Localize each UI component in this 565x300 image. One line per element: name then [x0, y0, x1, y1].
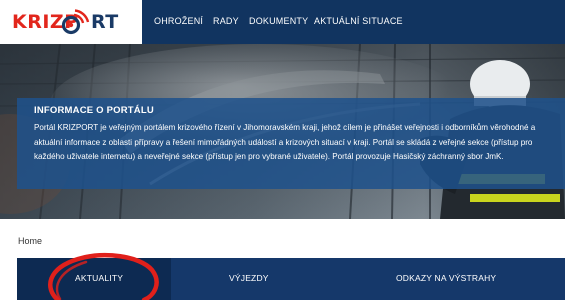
tab-label: ODKAZY NA VÝSTRAHY [396, 273, 497, 283]
tab-label: AKTUALITY [75, 273, 124, 283]
tab-label: VÝJEZDY [229, 273, 269, 283]
krizport-logo[interactable]: KRIZP RT [10, 9, 136, 37]
info-line: aktuální informace z oblasti přípravy a … [34, 137, 533, 147]
signal-o-icon [61, 9, 90, 35]
nav-item-dokumenty[interactable]: DOKUMENTY [249, 16, 308, 26]
hero-banner: INFORMACE O PORTÁLU Portál KRIZPORT je v… [0, 44, 565, 219]
info-text: Portál KRIZPORT je veřejným portálem kri… [34, 121, 553, 165]
top-bar: KRIZP RT OHROŽENÍ RADY DOKUMENTY AKTUÁLN… [0, 0, 565, 44]
tab-aktuality[interactable]: AKTUALITY [17, 258, 171, 300]
info-line: Portál KRIZPORT je veřejným portálem kri… [34, 123, 536, 132]
portal-info-panel: INFORMACE O PORTÁLU Portál KRIZPORT je v… [17, 98, 565, 189]
main-nav: OHROŽENÍ RADY DOKUMENTY AKTUÁLNÍ SITUACE [142, 0, 565, 44]
breadcrumb-home[interactable]: Home [18, 236, 42, 246]
nav-item-aktualni-situace[interactable]: AKTUÁLNÍ SITUACE [314, 16, 403, 26]
info-title: INFORMACE O PORTÁLU [34, 105, 154, 116]
nav-item-rady[interactable]: RADY [213, 16, 239, 26]
nav-item-ohrozeni[interactable]: OHROŽENÍ [154, 16, 203, 26]
tab-vyjezdy[interactable]: VÝJEZDY [171, 258, 336, 300]
logo-text-rt: RT [91, 11, 119, 33]
content-tabs: AKTUALITY VÝJEZDY ODKAZY NA VÝSTRAHY [17, 258, 565, 300]
info-line: každého uživatele internetu) a neveřejné… [34, 152, 504, 162]
tab-odkazy-na-vystrahy[interactable]: ODKAZY NA VÝSTRAHY [336, 258, 565, 300]
